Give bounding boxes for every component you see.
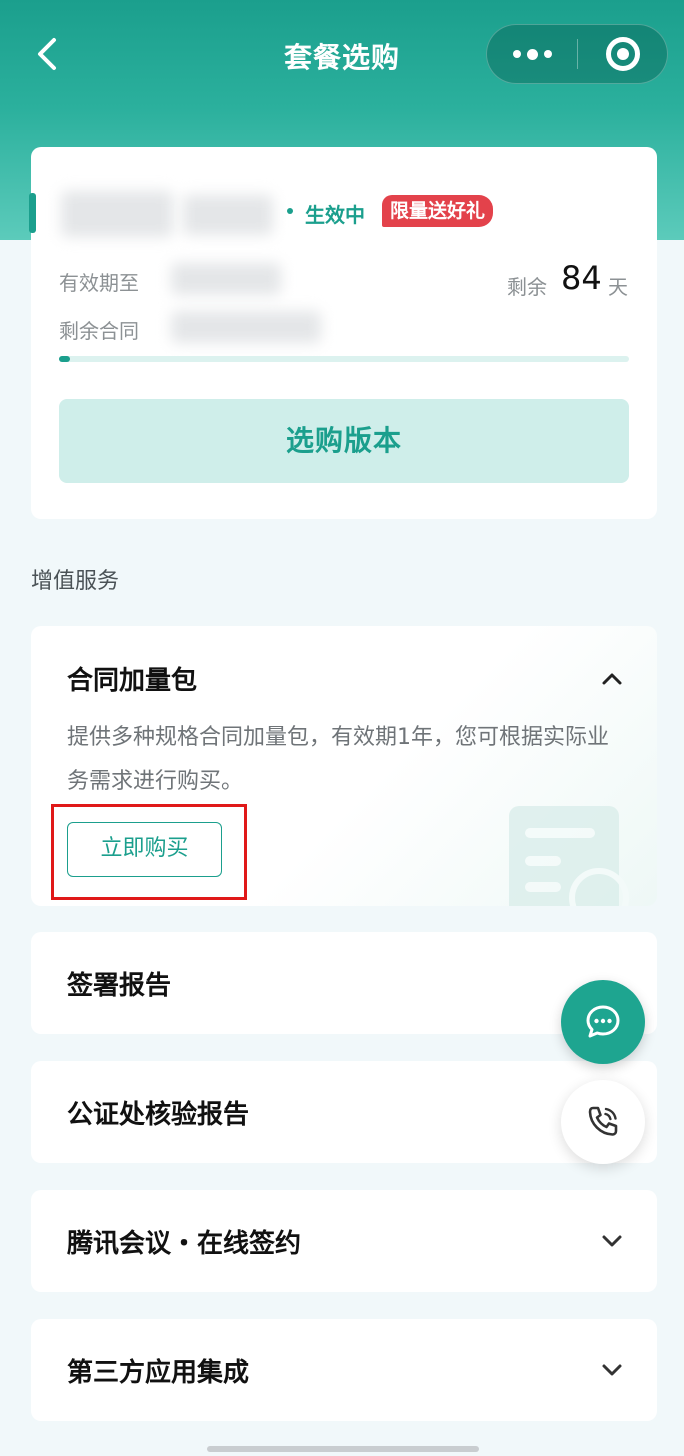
service-label: 公证处核验报告 — [67, 1100, 250, 1130]
chevron-up-icon[interactable] — [599, 666, 625, 692]
plan-card: 生效中 限量送好礼 有效期至 剩余合同 剩余 84 天 选购版本 — [29, 147, 657, 519]
service-label: 第三方应用集成 — [67, 1358, 250, 1388]
page: 套餐选购 生效中 限量送好礼 有效期至 剩余合同 剩余 84 天 选购版本 增值… — [0, 0, 684, 1456]
chevron-down-icon — [599, 1357, 625, 1383]
service-card-tencent-meeting[interactable]: 腾讯会议・在线签约 — [31, 1190, 657, 1292]
phone-button[interactable] — [561, 1080, 645, 1164]
home-indicator — [207, 1446, 479, 1452]
service-label: 签署报告 — [67, 971, 172, 1001]
buy-now-button[interactable]: 立即购买 — [67, 822, 222, 877]
more-button[interactable] — [487, 25, 577, 83]
close-ring-icon — [606, 37, 640, 71]
close-button[interactable] — [578, 25, 668, 83]
nav-bar: 套餐选购 — [0, 22, 684, 86]
chat-bubble-icon — [586, 1005, 620, 1038]
promo-badge[interactable]: 限量送好礼 — [382, 195, 494, 227]
addon-title[interactable]: 合同加量包 — [67, 660, 197, 697]
addon-description: 提供多种规格合同加量包，有效期1年，您可根据实际业务需求进行购买。 — [67, 725, 609, 794]
validity-progress — [59, 356, 629, 362]
plan-accent-bar — [29, 193, 36, 233]
mini-program-capsule — [486, 24, 668, 84]
expiry-label: 有效期至 — [59, 271, 139, 295]
section-title: 增值服务 — [31, 569, 120, 594]
validity-progress-fill — [59, 356, 71, 362]
service-label: 腾讯会议・在线签约 — [67, 1229, 302, 1259]
expiry-date-redacted — [171, 263, 281, 295]
status-badge: 生效中 — [305, 203, 365, 227]
buy-version-button[interactable]: 选购版本 — [59, 399, 629, 483]
status-dot — [287, 208, 293, 214]
service-card-third-party[interactable]: 第三方应用集成 — [31, 1319, 657, 1421]
contracts-label: 剩余合同 — [59, 319, 139, 343]
remaining-unit: 天 — [608, 275, 628, 299]
remaining-label: 剩余 — [507, 275, 547, 299]
chevron-down-icon — [599, 1228, 625, 1254]
document-illustration-icon — [509, 806, 629, 906]
phone-call-icon — [588, 1106, 618, 1136]
addon-card: 合同加量包 提供多种规格合同加量包，有效期1年，您可根据实际业务需求进行购买。 … — [31, 626, 657, 906]
more-dots-icon — [512, 48, 552, 60]
contracts-count-redacted — [171, 311, 321, 343]
remaining-days: 84 — [561, 259, 602, 297]
plan-name-redacted — [61, 191, 173, 237]
chat-button[interactable] — [561, 980, 645, 1064]
plan-tier-redacted — [183, 195, 273, 235]
